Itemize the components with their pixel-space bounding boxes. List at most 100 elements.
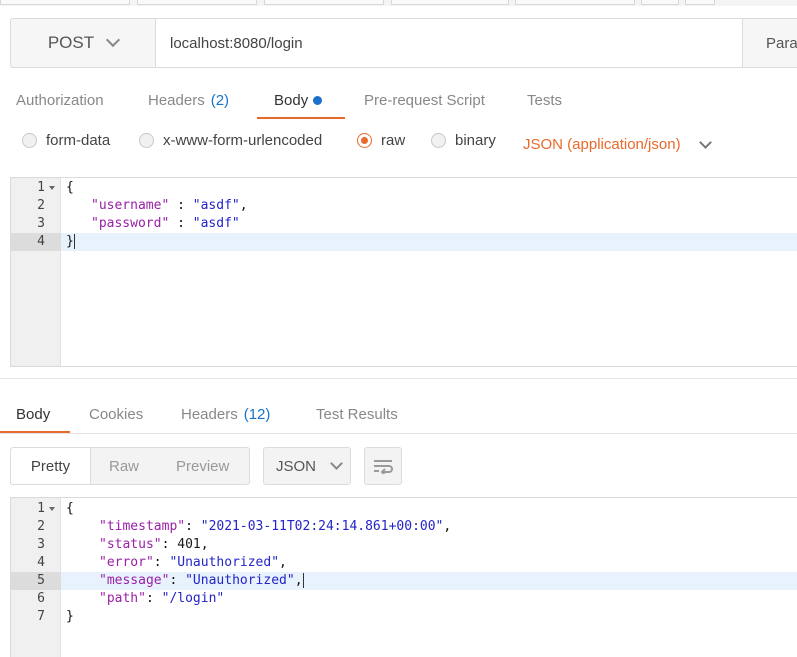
radio-label: x-www-form-urlencoded: [163, 132, 323, 149]
editor-line: 7 }: [11, 608, 797, 626]
radio-label: raw: [381, 132, 406, 149]
request-tab-stub[interactable]: [685, 0, 715, 5]
request-tab-stub[interactable]: [264, 0, 384, 5]
line-number: 4: [37, 555, 45, 570]
request-section-tabs: Authorization Headers (2) Body Pre-reque…: [0, 80, 797, 120]
tab-label: Cookies: [89, 405, 144, 423]
editor-line: 3 "password" : "asdf": [11, 215, 797, 233]
brace: }: [66, 234, 74, 249]
view-mode-group: Pretty Raw Preview: [10, 447, 250, 485]
tab-response-body[interactable]: Body: [16, 394, 50, 434]
json-number: 401: [177, 537, 201, 552]
pane-divider[interactable]: [0, 378, 797, 379]
radio-circle-icon: [431, 133, 446, 148]
code-text: "path": "/login": [99, 590, 224, 608]
method-select[interactable]: POST: [11, 19, 156, 67]
pretty-button[interactable]: Pretty: [11, 448, 91, 484]
modified-dot-icon: [313, 95, 323, 105]
separator: :: [169, 216, 193, 231]
separator: :: [153, 555, 170, 570]
line-number: 4: [11, 233, 61, 251]
fold-arrow-icon[interactable]: [49, 507, 55, 511]
request-tab-stub[interactable]: [641, 0, 679, 5]
tab-pre-request-script[interactable]: Pre-request Script: [364, 80, 485, 120]
headers-count-badge: (12): [243, 405, 271, 423]
json-string: "Unauthorized": [185, 573, 295, 588]
json-string: "/login": [161, 591, 225, 606]
request-tabs-strip: [0, 0, 797, 6]
tab-tests[interactable]: Tests: [527, 80, 562, 120]
code-text: "username" : "asdf",: [91, 197, 248, 215]
separator: :: [169, 198, 193, 213]
response-body-viewer[interactable]: 1 { 2 "timestamp": "2021-03-11T02:24:14.…: [10, 497, 797, 657]
line-number: 7: [37, 609, 45, 624]
editor-line: 4 "error": "Unauthorized",: [11, 554, 797, 572]
fold-arrow-icon[interactable]: [49, 186, 55, 190]
params-button[interactable]: Para: [766, 19, 797, 67]
editor-line-active: 5 "message": "Unauthorized",: [11, 572, 797, 590]
code-text: }: [66, 233, 75, 251]
json-string: "asdf": [192, 198, 240, 213]
active-tab-indicator: [0, 431, 70, 433]
json-key: "password": [91, 216, 170, 231]
comma: ,: [239, 198, 248, 213]
editor-line: 1 {: [11, 500, 797, 518]
radio-circle-icon: [139, 133, 154, 148]
radio-raw[interactable]: raw: [357, 132, 405, 149]
radio-form-data[interactable]: form-data: [22, 132, 110, 149]
content-type-label: JSON (application/json): [523, 136, 681, 153]
editor-line: 2 "username" : "asdf",: [11, 197, 797, 215]
tab-headers[interactable]: Headers (2): [148, 80, 229, 120]
comma: ,: [443, 519, 452, 534]
request-tab-stub[interactable]: [0, 0, 130, 5]
radio-binary[interactable]: binary: [431, 132, 496, 149]
headers-count-badge: (2): [210, 91, 230, 109]
tab-label: Test Results: [316, 405, 398, 423]
wrap-lines-button[interactable]: [364, 447, 402, 485]
tab-body[interactable]: Body: [274, 80, 323, 120]
request-body-editor[interactable]: 1 { 2 "username" : "asdf", 3 "password" …: [10, 177, 797, 367]
content-type-dropdown[interactable]: JSON (application/json): [523, 135, 712, 153]
tab-label: Pre-request Script: [364, 91, 485, 109]
url-input[interactable]: localhost:8080/login: [156, 19, 743, 67]
chevron-down-icon: [698, 135, 712, 149]
separator: :: [161, 537, 178, 552]
json-key: "timestamp": [99, 519, 186, 534]
code-text: }: [66, 608, 74, 626]
request-tab-stub[interactable]: [391, 0, 509, 5]
editor-line: 3 "status": 401,: [11, 536, 797, 554]
code-text: {: [66, 179, 74, 197]
tab-label: Authorization: [16, 91, 104, 109]
raw-button[interactable]: Raw: [109, 448, 139, 484]
request-tab-stub[interactable]: [515, 0, 635, 5]
brace: {: [66, 501, 74, 516]
radio-label: form-data: [46, 132, 111, 149]
request-tab-stub[interactable]: [137, 0, 257, 5]
response-format-dropdown[interactable]: JSON: [263, 447, 351, 485]
method-label: POST: [47, 33, 95, 52]
response-section-tabs: Body Cookies Headers (12) Test Results: [0, 394, 797, 434]
editor-line: 2 "timestamp": "2021-03-11T02:24:14.861+…: [11, 518, 797, 536]
comma: ,: [294, 573, 303, 588]
brace: }: [66, 609, 74, 624]
line-number: 2: [37, 519, 45, 534]
radio-x-www-form-urlencoded[interactable]: x-www-form-urlencoded: [139, 132, 322, 149]
json-key: "error": [99, 555, 154, 570]
line-number: 2: [37, 198, 45, 213]
code-text: "timestamp": "2021-03-11T02:24:14.861+00…: [99, 518, 451, 536]
code-text: "status": 401,: [99, 536, 209, 554]
brace: {: [66, 180, 74, 195]
comma: ,: [200, 537, 209, 552]
tab-test-results[interactable]: Test Results: [316, 394, 398, 434]
wrap-lines-icon: [374, 460, 393, 474]
tab-response-headers[interactable]: Headers (12): [181, 394, 270, 434]
json-key: "status": [99, 537, 162, 552]
tab-authorization[interactable]: Authorization: [16, 80, 104, 120]
preview-button[interactable]: Preview: [176, 448, 229, 484]
radio-selected-icon: [357, 133, 372, 148]
line-number: 3: [37, 537, 45, 552]
code-text: "message": "Unauthorized",: [99, 572, 304, 590]
json-string: "2021-03-11T02:24:14.861+00:00": [200, 519, 444, 534]
params-label: Para: [766, 34, 797, 52]
tab-cookies[interactable]: Cookies: [89, 394, 143, 434]
